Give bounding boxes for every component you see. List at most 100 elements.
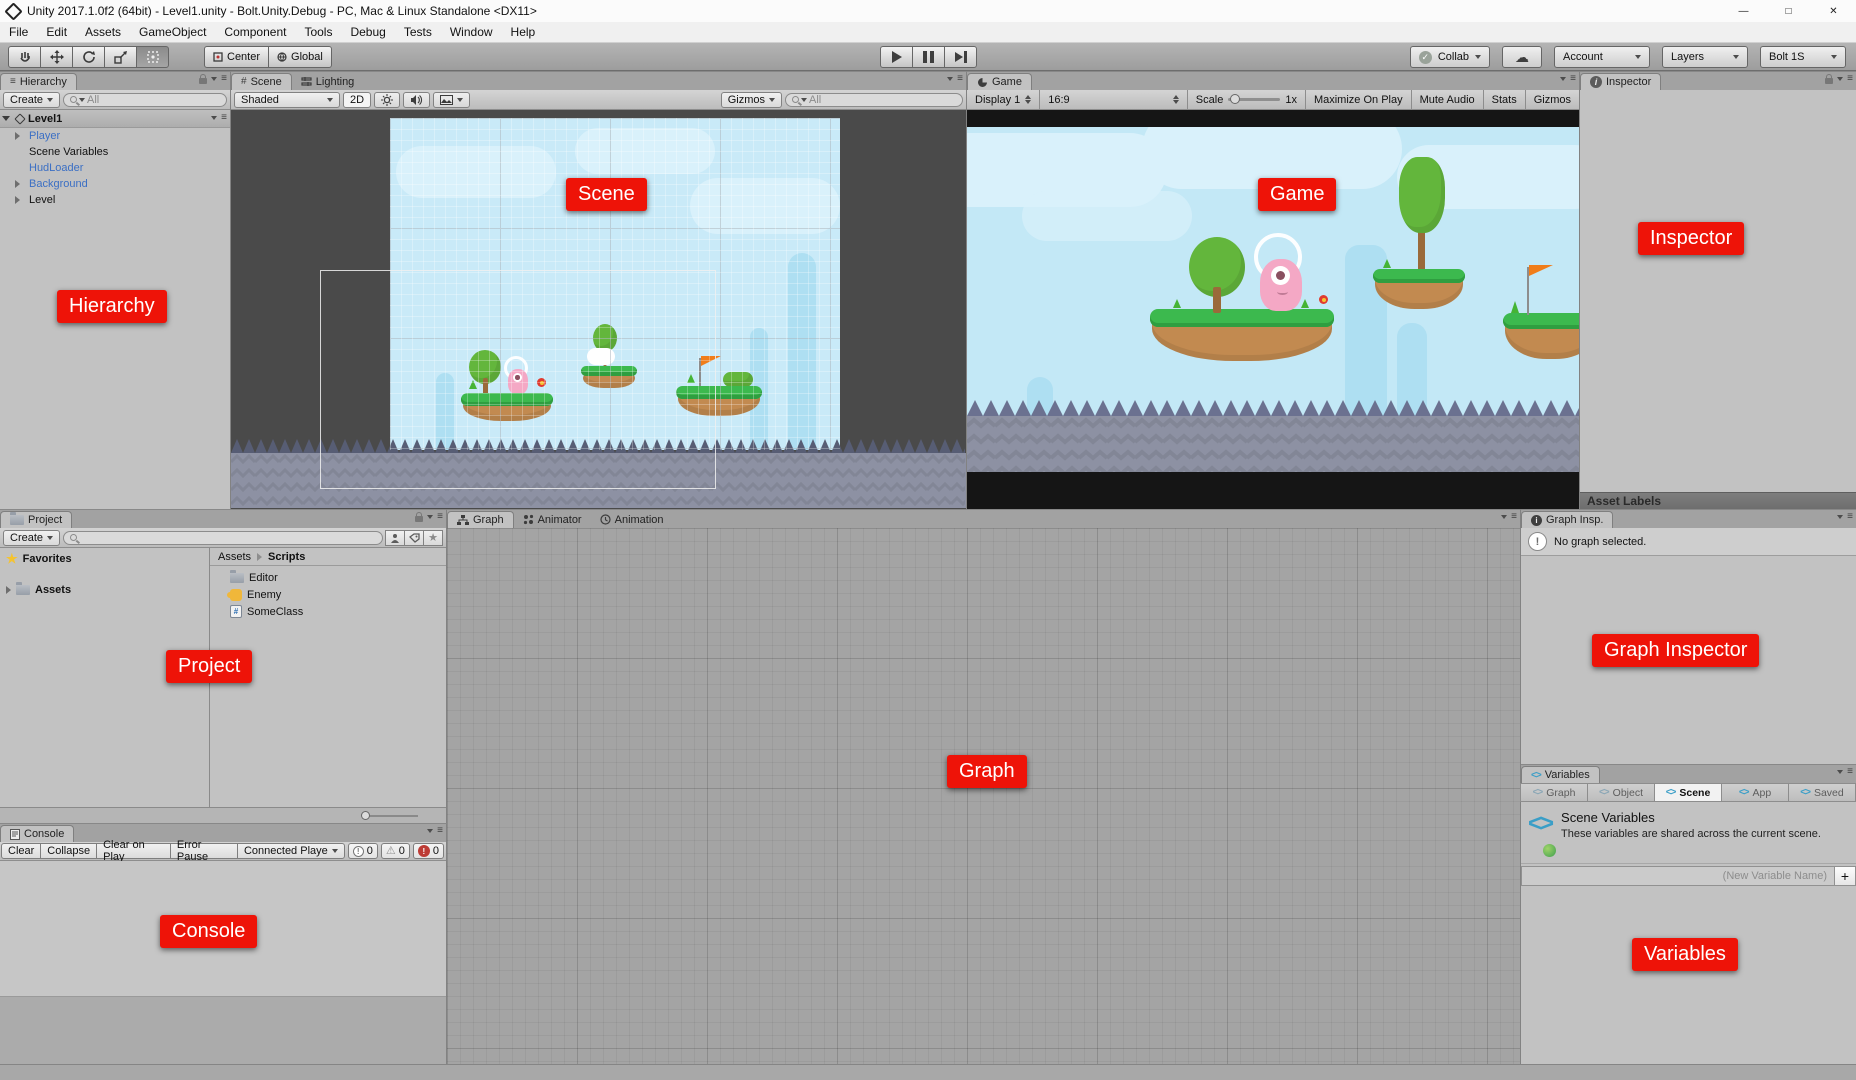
menu-edit[interactable]: Edit (37, 22, 76, 42)
tab-lighting[interactable]: Lighting (292, 73, 364, 90)
rotate-tool-button[interactable] (72, 46, 105, 68)
search-by-type-button[interactable] (385, 530, 405, 546)
scope-tab-graph[interactable]: <> Graph (1520, 783, 1588, 802)
tab-hierarchy[interactable]: ≡ Hierarchy (0, 73, 77, 90)
saved-search-button[interactable]: ★ (423, 530, 443, 546)
project-assets-item[interactable]: Assets (0, 581, 209, 598)
step-button[interactable] (944, 46, 977, 68)
scale-slider-knob[interactable] (1230, 94, 1240, 104)
chevron-down-icon[interactable] (1837, 515, 1843, 519)
scene-menu-icon[interactable]: ≡ (221, 113, 227, 123)
menu-debug[interactable]: Debug (341, 22, 394, 42)
maximize-button[interactable]: □ (1766, 0, 1811, 22)
hierarchy-item-player[interactable]: Player (0, 128, 230, 144)
tab-animator[interactable]: Animator (514, 511, 591, 528)
expand-triangle-icon[interactable] (15, 196, 20, 204)
lock-icon[interactable] (1825, 78, 1833, 84)
minimize-button[interactable]: — (1721, 0, 1766, 22)
asset-labels-bar[interactable]: Asset Labels (1580, 492, 1856, 509)
console-collapse-button[interactable]: Collapse (40, 843, 97, 859)
maximize-on-play-button[interactable]: Maximize On Play (1305, 90, 1411, 110)
chevron-down-icon[interactable] (427, 515, 433, 519)
chevron-down-icon[interactable] (211, 116, 217, 120)
tab-graph-inspector[interactable]: i Graph Insp. (1521, 511, 1613, 528)
menu-window[interactable]: Window (441, 22, 502, 42)
scope-tab-app[interactable]: <> App (1721, 783, 1789, 802)
menu-assets[interactable]: Assets (76, 22, 130, 42)
draw-mode-dropdown[interactable]: Shaded (234, 92, 340, 108)
panel-menu-icon[interactable]: ≡ (1570, 74, 1576, 84)
layout-dropdown[interactable]: Bolt 1S (1760, 46, 1846, 68)
breadcrumb-current[interactable]: Scripts (268, 551, 305, 563)
file-item-editor[interactable]: Editor (224, 569, 446, 586)
lock-icon[interactable] (415, 516, 423, 522)
chevron-down-icon[interactable] (1560, 77, 1566, 81)
collab-dropdown[interactable]: ✓ Collab (1410, 46, 1490, 68)
chevron-down-icon[interactable] (1837, 770, 1843, 774)
hierarchy-item-level[interactable]: Level (0, 192, 230, 208)
mute-audio-button[interactable]: Mute Audio (1411, 90, 1483, 110)
tab-variables[interactable]: <> Variables (1521, 766, 1600, 783)
panel-menu-icon[interactable]: ≡ (1847, 767, 1853, 777)
stats-button[interactable]: Stats (1483, 90, 1525, 110)
tab-project[interactable]: Project (0, 511, 72, 528)
game-viewport[interactable] (967, 110, 1579, 509)
game-gizmos-dropdown[interactable]: Gizmos (1525, 90, 1579, 110)
layers-dropdown[interactable]: Layers (1662, 46, 1748, 68)
error-count-toggle[interactable]: ! 0 (413, 843, 444, 859)
hierarchy-create-button[interactable]: Create (3, 92, 60, 108)
chevron-down-icon[interactable] (1501, 515, 1507, 519)
rect-tool-button[interactable] (136, 46, 169, 68)
panel-menu-icon[interactable]: ≡ (437, 512, 443, 522)
add-variable-button[interactable]: + (1834, 866, 1856, 886)
chevron-down-icon[interactable] (211, 77, 217, 81)
menu-tests[interactable]: Tests (395, 22, 441, 42)
pan-tool-button[interactable] (8, 46, 41, 68)
2d-toggle-button[interactable]: 2D (343, 92, 371, 108)
scale-slider-group[interactable]: Scale 1x (1187, 90, 1305, 110)
hierarchy-item-background[interactable]: Background (0, 176, 230, 192)
close-button[interactable]: ✕ (1811, 0, 1856, 22)
project-favorites-item[interactable]: ★ Favorites (0, 550, 209, 567)
project-create-button[interactable]: Create (3, 530, 60, 546)
hierarchy-item-hudloader[interactable]: HudLoader (0, 160, 230, 176)
move-tool-button[interactable] (40, 46, 73, 68)
menu-file[interactable]: File (0, 22, 37, 42)
panel-menu-icon[interactable]: ≡ (1511, 512, 1517, 522)
console-detail-pane[interactable] (0, 997, 446, 1064)
tab-scene[interactable]: # Scene (231, 73, 292, 90)
scale-tool-button[interactable] (104, 46, 137, 68)
panel-menu-icon[interactable]: ≡ (1847, 512, 1853, 522)
warning-count-toggle[interactable]: ⚠ 0 (381, 843, 410, 859)
lock-icon[interactable] (199, 78, 207, 84)
icon-size-slider[interactable] (363, 815, 418, 817)
chevron-down-icon[interactable] (1837, 77, 1843, 81)
panel-menu-icon[interactable]: ≡ (221, 74, 227, 84)
tab-game[interactable]: Game (967, 73, 1032, 90)
expand-triangle-icon[interactable] (15, 180, 20, 188)
scene-viewport[interactable] (231, 110, 966, 509)
scene-lighting-toggle[interactable] (374, 92, 400, 108)
scene-audio-toggle[interactable] (403, 92, 430, 108)
panel-menu-icon[interactable]: ≡ (957, 74, 963, 84)
aspect-ratio-dropdown[interactable]: 16:9 (1039, 90, 1187, 110)
pause-button[interactable] (912, 46, 945, 68)
tab-console[interactable]: Console (0, 825, 74, 842)
scene-header-row[interactable]: Level1 ≡ (0, 110, 230, 128)
menu-help[interactable]: Help (502, 22, 545, 42)
panel-menu-icon[interactable]: ≡ (1847, 74, 1853, 84)
file-item-enemy[interactable]: Enemy (224, 586, 446, 603)
project-search-input[interactable] (63, 531, 383, 545)
chevron-down-icon[interactable] (947, 77, 953, 81)
scene-effects-dropdown[interactable] (433, 92, 470, 108)
panel-menu-icon[interactable]: ≡ (437, 826, 443, 836)
play-button[interactable] (880, 46, 913, 68)
expand-triangle-icon[interactable] (15, 132, 20, 140)
cloud-button[interactable]: ☁ (1502, 46, 1542, 68)
connected-player-dropdown[interactable]: Connected Playe (237, 843, 345, 859)
chevron-down-icon[interactable] (427, 829, 433, 833)
menu-component[interactable]: Component (215, 22, 295, 42)
scope-tab-scene[interactable]: <> Scene (1654, 783, 1722, 802)
collapse-triangle-icon[interactable] (2, 116, 10, 121)
tab-animation[interactable]: Animation (591, 511, 673, 528)
